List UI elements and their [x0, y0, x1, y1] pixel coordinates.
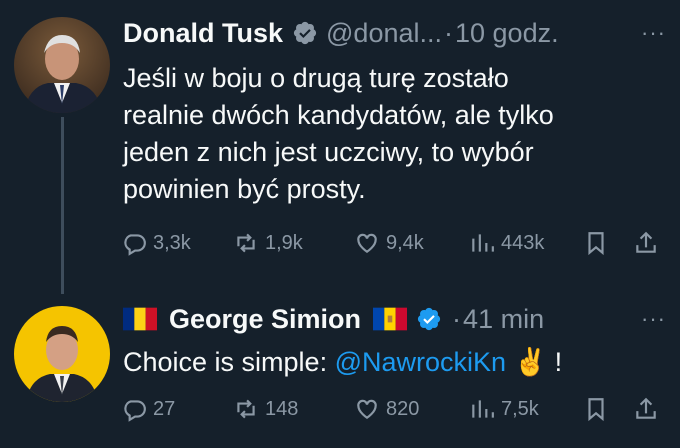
thread-connector: [61, 117, 64, 294]
retweet-icon: [237, 399, 255, 419]
reply-icon: [124, 234, 146, 256]
author-name[interactable]: George Simion: [169, 304, 361, 335]
separator-dot: ·: [452, 303, 462, 334]
timestamp[interactable]: 41 min: [463, 304, 544, 335]
avatar-simion[interactable]: [14, 306, 110, 402]
share-icon: [636, 397, 656, 419]
author-handle[interactable]: @donal...: [326, 18, 442, 49]
retweet-count: 148: [265, 397, 299, 420]
like-button[interactable]: 9,4k: [354, 230, 424, 256]
views-count: 7,5k: [501, 397, 539, 420]
views-button[interactable]: 443k: [469, 230, 544, 256]
moldova-flag-icon: [373, 307, 408, 331]
like-icon: [357, 399, 377, 419]
like-count: 9,4k: [386, 231, 424, 254]
tweet-tusk[interactable]: Donald Tusk @donal... · 10 godz. ··· Jeś…: [0, 0, 680, 290]
romania-flag-icon: [123, 307, 157, 331]
mention-link[interactable]: @NawrockiKn: [335, 347, 506, 377]
action-bar: 3,3k 1,9k 9,4k 443k: [121, 230, 661, 262]
text-line: jeden z nich jest uczciwy, to wybór: [123, 137, 534, 167]
like-icon: [357, 233, 377, 253]
text-prefix: Choice is simple:: [123, 347, 335, 377]
retweet-icon: [237, 233, 255, 253]
share-button[interactable]: [633, 230, 665, 256]
retweet-count: 1,9k: [265, 231, 303, 254]
retweet-button[interactable]: 1,9k: [233, 230, 303, 256]
action-bar: 27 148 820 7,5k: [121, 396, 661, 428]
views-icon: [472, 234, 494, 252]
like-count: 820: [386, 397, 420, 420]
text-line: realnie dwóch kandydatów, ale tylko: [123, 100, 554, 130]
like-button[interactable]: 820: [354, 396, 419, 422]
tweet-simion[interactable]: George Simion · 41 min ··· Choice is sim…: [0, 290, 680, 448]
reply-button[interactable]: 27: [121, 396, 175, 422]
more-options-icon[interactable]: ···: [641, 20, 666, 46]
bookmark-icon: [588, 232, 604, 256]
reply-count: 27: [153, 397, 176, 420]
share-button[interactable]: [633, 396, 665, 422]
tweet-text: Choice is simple: @NawrockiKn ✌ !: [123, 344, 562, 381]
retweet-button[interactable]: 148: [233, 396, 298, 422]
views-count: 443k: [501, 231, 545, 254]
reply-icon: [124, 400, 146, 422]
text-line: Jeśli w boju o drugą turę zostało: [123, 63, 509, 93]
verified-badge-icon: [416, 306, 442, 332]
author-name[interactable]: Donald Tusk: [123, 18, 283, 49]
views-button[interactable]: 7,5k: [469, 396, 539, 422]
verified-badge-icon: [292, 20, 318, 46]
tweet-text: Jeśli w boju o drugą turę zostało realni…: [123, 60, 554, 208]
reply-count: 3,3k: [153, 231, 191, 254]
more-options-icon[interactable]: ···: [641, 306, 666, 332]
share-icon: [636, 231, 656, 253]
bookmark-button[interactable]: [583, 230, 615, 256]
bookmark-icon: [588, 398, 604, 422]
bookmark-button[interactable]: [583, 396, 615, 422]
victory-hand-emoji: ✌: [513, 347, 548, 377]
separator-dot: ·: [444, 17, 453, 48]
text-suffix: !: [547, 347, 563, 377]
timestamp[interactable]: 10 godz.: [455, 18, 559, 49]
text-line: powinien być prosty.: [123, 174, 366, 204]
avatar-tusk[interactable]: [14, 17, 110, 113]
reply-button[interactable]: 3,3k: [121, 230, 191, 256]
views-icon: [472, 400, 494, 418]
